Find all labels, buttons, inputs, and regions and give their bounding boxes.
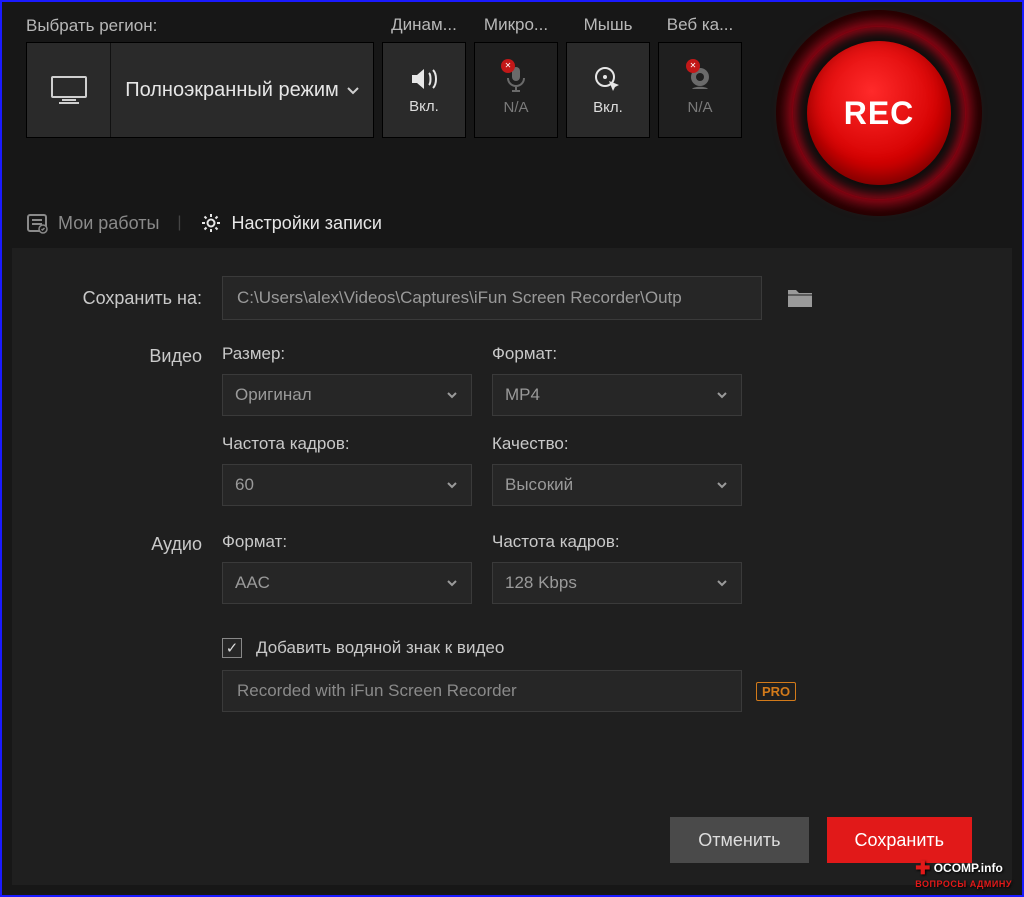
speaker-icon (409, 66, 439, 92)
video-format-select[interactable]: MP4 (492, 374, 742, 416)
cancel-button-label: Отменить (698, 830, 780, 851)
chevron-down-icon (715, 576, 729, 590)
region-mode-label: Полноэкранный режим (115, 77, 369, 104)
cursor-click-icon (593, 65, 623, 93)
audio-format-label: Формат: (222, 532, 472, 552)
save-path-input[interactable] (222, 276, 762, 320)
settings-panel: Сохранить на: Видео Размер: Оригинал Фор… (12, 248, 1012, 885)
record-button[interactable]: REC (807, 41, 951, 185)
fps-value: 60 (235, 475, 254, 495)
save-button[interactable]: Сохранить (827, 817, 972, 863)
audio-bitrate-value: 128 Kbps (505, 573, 577, 593)
tab-record-settings-label: Настройки записи (232, 213, 382, 234)
record-button-container: REC (776, 10, 982, 216)
video-section-label: Видео (52, 344, 202, 506)
quality-select[interactable]: Высокий (492, 464, 742, 506)
fps-label: Частота кадров: (222, 434, 472, 454)
microphone-icon (503, 65, 529, 93)
quality-value: Высокий (505, 475, 573, 495)
audio-section-label: Аудио (52, 532, 202, 604)
watermark-text-input[interactable] (222, 670, 742, 712)
size-label: Размер: (222, 344, 472, 364)
chevron-down-icon (445, 388, 459, 402)
browse-folder-button[interactable] (782, 280, 818, 316)
fps-select[interactable]: 60 (222, 464, 472, 506)
toggle-mouse-state: Вкл. (593, 99, 623, 116)
save-to-label: Сохранить на: (52, 288, 202, 309)
region-mode-dropdown[interactable]: Полноэкранный режим (111, 43, 373, 137)
webcam-icon (686, 65, 714, 93)
site-watermark: ✚ OCOMP.info ВОПРОСЫ АДМИНУ (915, 858, 1012, 889)
watermark-checkbox-label: Добавить водяной знак к видео (256, 638, 504, 658)
chevron-down-icon (345, 82, 361, 98)
toggle-webcam-state: N/A (687, 99, 712, 116)
top-toolbar: Выбрать регион: Полноэкранный режим Дина… (2, 2, 1022, 138)
disabled-badge-icon (501, 59, 515, 73)
quality-label: Качество: (492, 434, 742, 454)
save-button-label: Сохранить (855, 830, 944, 851)
region-selector[interactable]: Полноэкранный режим (26, 42, 374, 138)
video-format-label: Формат: (492, 344, 742, 364)
size-select[interactable]: Оригинал (222, 374, 472, 416)
chevron-down-icon (715, 388, 729, 402)
audio-format-value: AAC (235, 573, 270, 593)
toggle-speaker-header: Динам... (383, 15, 465, 35)
toggle-speaker[interactable]: Динам... Вкл. (382, 42, 466, 138)
audio-format-select[interactable]: AAC (222, 562, 472, 604)
toggle-mic-header: Микро... (475, 15, 557, 35)
list-icon (26, 212, 48, 234)
audio-bitrate-select[interactable]: 128 Kbps (492, 562, 742, 604)
tab-my-works[interactable]: Мои работы (26, 212, 159, 234)
gear-icon (200, 212, 222, 234)
cancel-button[interactable]: Отменить (670, 817, 808, 863)
tab-record-settings[interactable]: Настройки записи (200, 212, 382, 234)
chevron-down-icon (445, 576, 459, 590)
disabled-badge-icon (686, 59, 700, 73)
folder-icon (786, 286, 814, 310)
tab-my-works-label: Мои работы (58, 213, 159, 234)
chevron-down-icon (445, 478, 459, 492)
watermark-checkbox[interactable]: ✓ (222, 638, 242, 658)
chevron-down-icon (715, 478, 729, 492)
check-icon: ✓ (226, 641, 239, 656)
record-button-label: REC (844, 95, 915, 132)
pro-badge: PRO (756, 682, 796, 701)
toggle-webcam-header: Веб ка... (659, 15, 741, 35)
toggle-mic[interactable]: Микро... N/A (474, 42, 558, 138)
toggle-webcam[interactable]: Веб ка... N/A (658, 42, 742, 138)
audio-bitrate-label: Частота кадров: (492, 532, 742, 552)
monitor-icon (27, 43, 111, 137)
toggle-mouse[interactable]: Мышь Вкл. (566, 42, 650, 138)
video-format-value: MP4 (505, 385, 540, 405)
toggle-mic-state: N/A (503, 99, 528, 116)
toggle-mouse-header: Мышь (567, 15, 649, 35)
toggle-speaker-state: Вкл. (409, 98, 439, 115)
size-value: Оригинал (235, 385, 312, 405)
